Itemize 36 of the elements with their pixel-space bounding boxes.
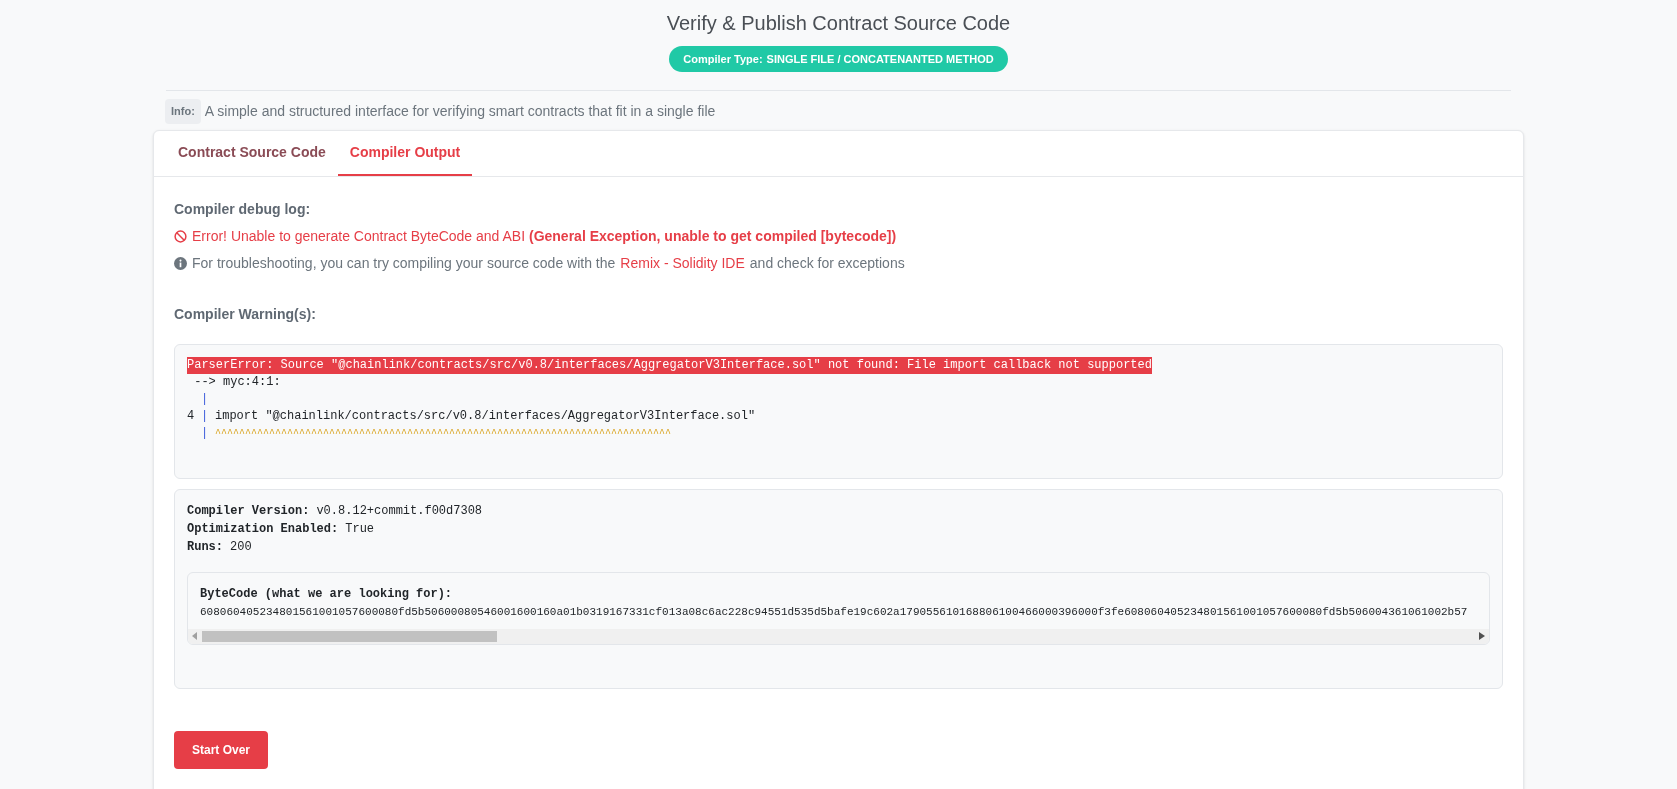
page-title: Verify & Publish Contract Source Code: [666, 11, 1011, 36]
bytecode-value: 608060405234801561001057600080fd5b50600080546001600160a01b0319167331cf013a08c6ac228c94551d535d5bafe19c602a179055610168806100466000396000f3fe608060405234801561001057600080fd5b506004361061002b57: [200, 604, 1468, 620]
scrollbar-thumb[interactable]: [202, 630, 497, 642]
caret-marker: ^^^^^^^^^^^^^^^^^^^^^^^^^^^^^^^^^^^^^^^^^^^^^^^^^^^^^^^^^^^^^^^^^^^^^^^^^^^^: [215, 426, 672, 441]
info-value: True: [345, 520, 375, 538]
error-text: Error! Unable to generate Contract ByteCode and ABI (General Exception, unable to get compiled [bytecode]): [192, 226, 897, 246]
gutter-text: |: [201, 390, 210, 408]
scroll-left-icon: [192, 632, 198, 640]
badge-label: Compiler Type:: [683, 51, 763, 67]
remix-link[interactable]: Remix - Solidity IDE: [620, 252, 745, 274]
info-value: 200: [230, 538, 252, 556]
info-label: Info:: [165, 99, 201, 124]
gutter-text: |: [201, 424, 210, 442]
prohibited-icon: [174, 229, 187, 243]
tab[interactable]: Contract Source Code: [166, 130, 338, 176]
code-line: import "@chainlink/contracts/src/v0.8/interfaces/AggregatorV3Interface.sol": [215, 407, 756, 425]
info-label: Compiler Version:: [187, 502, 310, 520]
bytecode-label: ByteCode (what we are looking for):: [200, 585, 454, 603]
hint-text: and check for exceptions: [749, 253, 905, 273]
info-icon: [174, 256, 187, 270]
line-number: 4: [187, 408, 195, 423]
section-heading: Compiler Warning(s):: [174, 304, 317, 324]
gutter-text: |: [201, 407, 210, 425]
badge-value: SINGLE FILE / CONCATENANTED METHOD: [766, 51, 994, 67]
info-text: A simple and structured interface for verifying smart contracts that fit in a single file: [204, 101, 716, 121]
info-label: Runs:: [187, 538, 223, 556]
error-message: ParserError: Source "@chainlink/contracts/src/v0.8/interfaces/AggregatorV3Interface.sol" not found: File import callback not supported: [187, 356, 1152, 374]
start-over-button[interactable]: Start Over: [174, 730, 269, 769]
horizontal-scrollbar[interactable]: [188, 628, 1489, 644]
info-value: v0.8.12+commit.f00d7308: [316, 502, 483, 520]
hint-text: For troubleshooting, you can try compiling your source code with the: [192, 253, 616, 273]
code-line: --> myc:4:1:: [193, 373, 281, 391]
scroll-right-icon: [1479, 632, 1485, 640]
section-heading: Compiler debug log:: [174, 199, 312, 219]
info-label: Optimization Enabled:: [187, 520, 339, 538]
tab[interactable]: Compiler Output: [337, 130, 473, 176]
